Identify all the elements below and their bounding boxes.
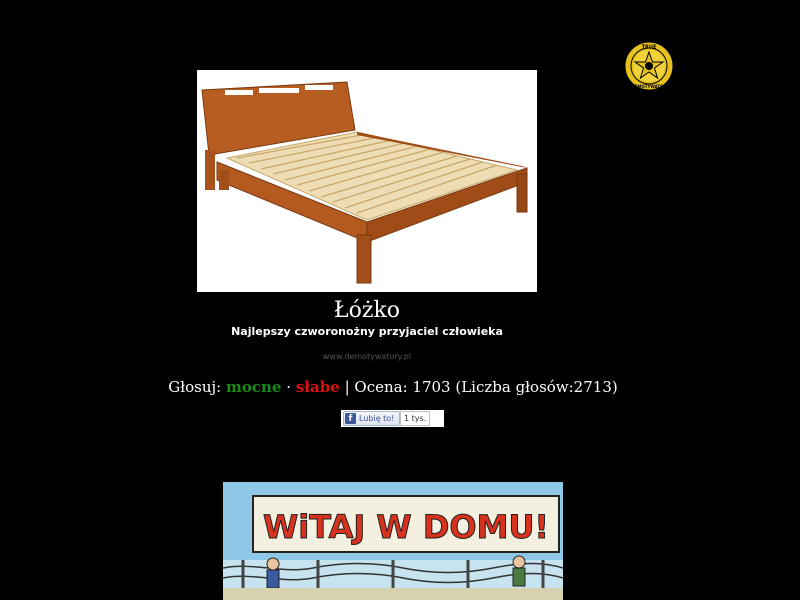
vote-separator: · (286, 378, 292, 396)
facebook-icon: f (345, 413, 356, 424)
next-post-comic-image[interactable]: WiTAJ W DOMU! (223, 482, 563, 600)
site-watermark: www.demotywatory.pl (322, 352, 412, 361)
facebook-like-button[interactable]: f Lubię to! (343, 411, 400, 426)
vote-bar: Głosuj: mocne · słabe | Ocena: 1703 (Lic… (0, 378, 786, 396)
true-demotywator-badge[interactable]: TRUE DEMOTYWATOR (624, 41, 674, 91)
facebook-like-label: Lubię to! (359, 414, 395, 423)
bed-illustration (197, 70, 537, 292)
badge-bottom-text: DEMOTYWATOR (631, 84, 666, 89)
sheriff-star-icon: TRUE DEMOTYWATOR (624, 41, 674, 91)
badge-top-text: TRUE (642, 45, 657, 51)
vote-weak-link[interactable]: słabe (296, 378, 340, 396)
post-title: Łóżko (333, 298, 401, 323)
facebook-like-widget: f Lubię to! 1 tys. (341, 410, 444, 427)
vote-prefix: Głosuj: (168, 378, 222, 396)
vote-strong-link[interactable]: mocne (226, 378, 281, 396)
bed-image[interactable] (197, 70, 537, 292)
facebook-like-count: 1 tys. (400, 411, 431, 426)
comic-banner-text: WiTAJ W DOMU! (263, 508, 549, 546)
vote-rating-text: | Ocena: 1703 (Liczba głosów:2713) (344, 378, 618, 396)
post-subtitle: Najlepszy czworonożny przyjaciel człowie… (231, 325, 503, 338)
comic-illustration: WiTAJ W DOMU! (223, 482, 563, 600)
